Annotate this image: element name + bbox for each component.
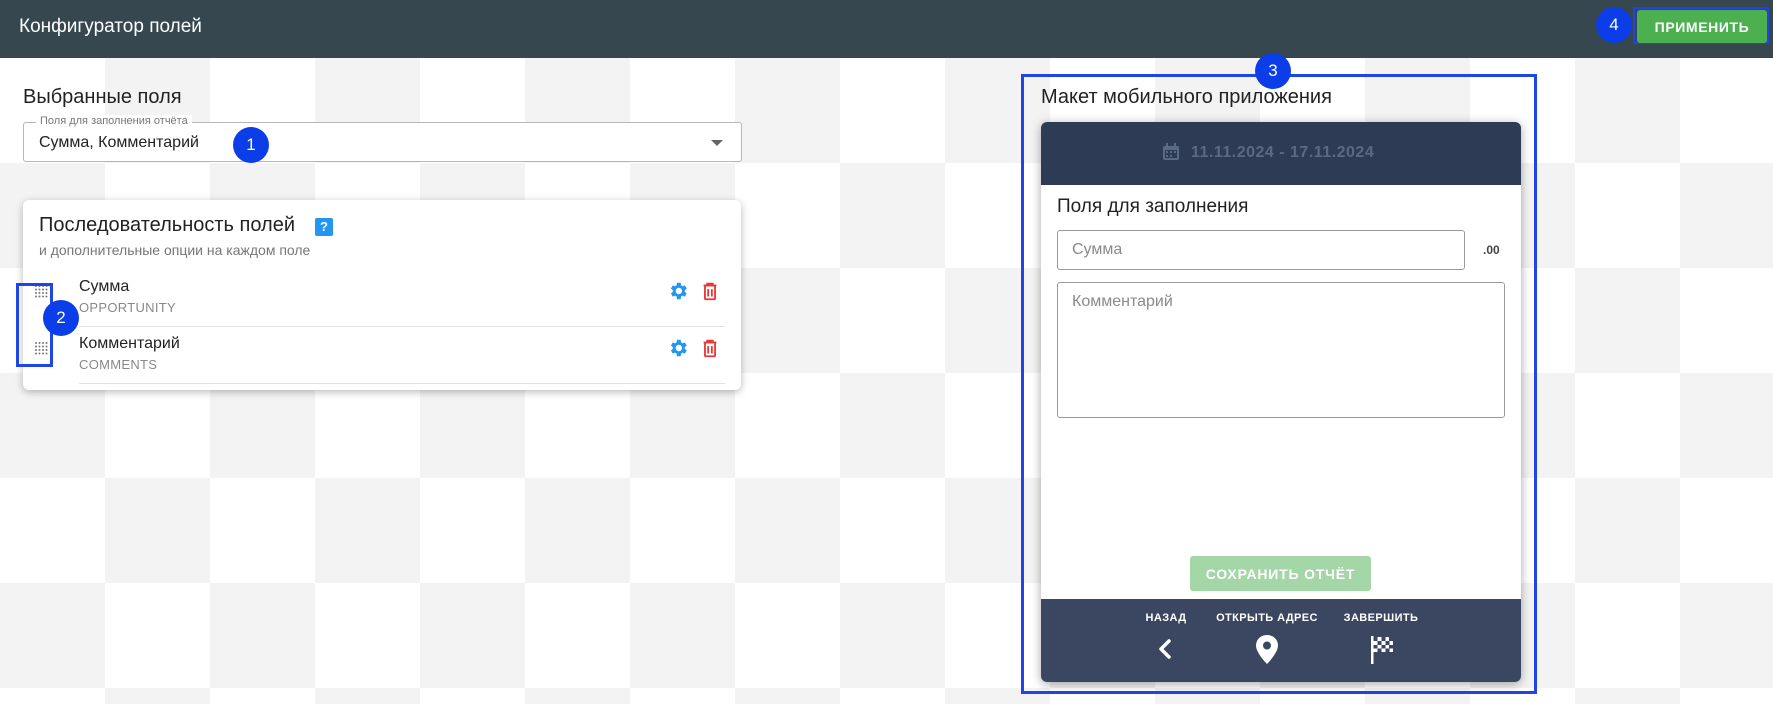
step-marker-3: 3 [1255,53,1291,89]
gear-icon[interactable] [667,337,689,359]
field-sequence-title: Последовательность полей [39,214,295,236]
selected-fields-title: Выбранные поля [23,86,182,108]
checkered-flag-icon [1371,636,1393,664]
chevron-down-icon[interactable] [711,140,723,146]
mobile-preview-title: Макет мобильного приложения [1041,86,1332,108]
map-pin-icon [1256,635,1278,664]
fields-select-legend: Поля для заполнения отчёта [36,115,192,127]
nav-open-address[interactable]: ОТКРЫТЬ АДРЕС [1207,599,1327,682]
fields-select[interactable]: Поля для заполнения отчёта Сумма, Коммен… [23,115,742,162]
fields-select-value: Сумма, Комментарий [39,134,199,151]
save-report-button[interactable]: СОХРАНИТЬ ОТЧЁТ [1190,556,1371,591]
nav-open-address-label: ОТКРЫТЬ АДРЕС [1216,612,1318,624]
page-title: Конфигуратор полей [19,16,202,37]
nav-finish-label: ЗАВЕРШИТЬ [1343,612,1419,624]
help-icon[interactable]: ? [315,218,333,236]
sequence-field-name: Комментарий [79,335,180,352]
mobile-footer-nav: НАЗАД ОТКРЫТЬ АДРЕС ЗАВЕРШИТЬ [1041,599,1521,682]
field-sequence-card: Последовательность полей ? и дополнитель… [23,200,741,390]
sequence-row: Комментарий COMMENTS [23,327,741,384]
top-bar: Конфигуратор полей [0,0,1773,58]
step-marker-1: 1 [233,127,269,163]
step-marker-4: 4 [1596,7,1632,43]
sequence-field-code: OPPORTUNITY [79,300,176,315]
row-divider [79,383,725,384]
trash-icon[interactable] [699,280,721,302]
step-marker-2: 2 [43,300,79,336]
apply-button[interactable]: ПРИМЕНИТЬ [1637,10,1767,43]
sequence-field-name: Сумма [79,278,130,295]
date-range[interactable]: 11.11.2024 - 17.11.2024 [1191,144,1374,162]
calendar-icon [1163,143,1179,160]
trash-icon[interactable] [699,337,721,359]
sequence-row: Сумма OPPORTUNITY [23,270,741,327]
mobile-preview: 11.11.2024 - 17.11.2024 Поля для заполне… [1041,122,1521,682]
fill-fields-title: Поля для заполнения [1057,196,1249,217]
field-sequence-subtitle: и дополнительные опции на каждом поле [39,242,311,258]
sum-field[interactable] [1057,230,1465,270]
chevron-left-icon [1159,639,1171,659]
sum-suffix: .00 [1483,243,1500,257]
gear-icon[interactable] [667,280,689,302]
sequence-field-code: COMMENTS [79,357,158,372]
mobile-header: 11.11.2024 - 17.11.2024 [1041,122,1521,185]
nav-finish[interactable]: ЗАВЕРШИТЬ [1321,599,1441,682]
comment-field[interactable] [1057,282,1505,418]
